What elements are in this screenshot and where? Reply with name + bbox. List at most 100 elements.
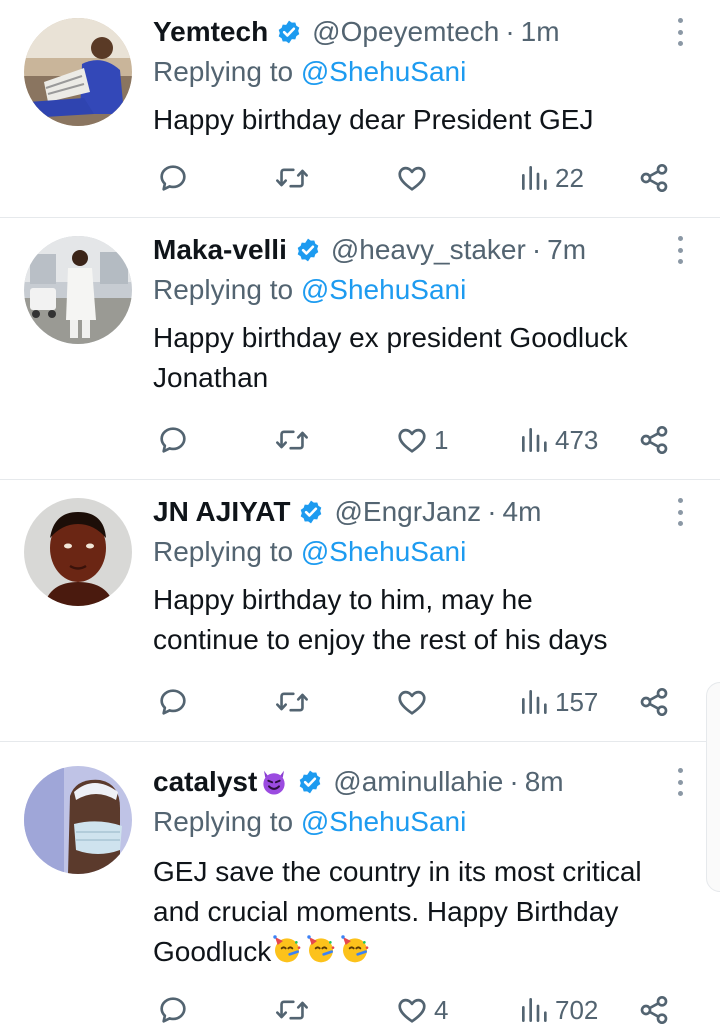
tweet-text-line: GEJ save the country in its most critica… <box>153 856 642 887</box>
view-count: 157 <box>555 686 599 717</box>
partying-face-emoji <box>271 933 303 976</box>
reply-icon <box>160 165 186 191</box>
replying-to-mention[interactable]: @ShehuSani <box>301 274 466 305</box>
tweet[interactable]: JN AJIYAT @EngrJanz · 4m Replying to @Sh… <box>0 480 720 742</box>
reply-button[interactable] <box>157 990 195 1028</box>
views-button[interactable]: 473 <box>519 420 598 460</box>
reply-icon <box>160 427 186 453</box>
user-handle[interactable]: @Opeyemtech <box>312 16 499 48</box>
more-vertical-icon[interactable] <box>670 498 690 526</box>
tweet[interactable]: Maka-velli @heavy_staker · 7m Replying t… <box>0 218 720 480</box>
tweet-text: GEJ save the country in its most critica… <box>153 852 703 976</box>
more-vertical-icon[interactable] <box>670 768 690 796</box>
replying-to-label: Replying to <box>153 56 294 87</box>
reply-icon <box>160 997 186 1023</box>
share-button[interactable] <box>638 682 670 722</box>
replying-to-mention[interactable]: @ShehuSani <box>301 806 466 837</box>
share-icon <box>640 996 668 1024</box>
replying-to-label: Replying to <box>153 536 294 567</box>
separator-dot: · <box>487 496 497 527</box>
replying-to-label: Replying to <box>153 806 294 837</box>
smiling-devil-emoji <box>259 767 289 797</box>
retweet-icon <box>276 692 308 712</box>
separator-dot: · <box>531 234 542 265</box>
retweet-button[interactable] <box>275 682 315 722</box>
action-bar: 1 473 <box>0 420 720 460</box>
timestamp[interactable]: 8m <box>525 766 564 798</box>
avatar[interactable] <box>24 766 132 874</box>
display-name[interactable]: Yemtech <box>153 16 268 48</box>
avatar[interactable] <box>24 18 132 126</box>
replying-to: Replying to @ShehuSani <box>153 806 466 838</box>
retweet-icon <box>276 430 308 450</box>
like-count: 1 <box>434 424 449 455</box>
avatar[interactable] <box>24 498 132 606</box>
retweet-icon <box>276 168 308 188</box>
replying-to: Replying to @ShehuSani <box>153 274 466 306</box>
replying-to-mention[interactable]: @ShehuSani <box>301 56 466 87</box>
share-icon <box>640 164 668 192</box>
like-icon <box>398 166 426 191</box>
share-button[interactable] <box>638 990 670 1028</box>
verified-badge-icon <box>276 19 302 45</box>
floating-panel-edge[interactable] <box>706 682 720 892</box>
user-handle[interactable]: @EngrJanz <box>334 496 481 528</box>
action-bar: 157 <box>0 682 720 722</box>
like-button[interactable]: 4 <box>396 990 448 1028</box>
like-button[interactable] <box>396 158 434 198</box>
action-bar: 22 <box>0 158 720 198</box>
view-count: 473 <box>555 424 599 455</box>
verified-badge-icon <box>298 499 324 525</box>
user-handle[interactable]: @aminullahie <box>333 766 503 798</box>
replying-to-label: Replying to <box>153 274 294 305</box>
retweet-button[interactable] <box>275 990 315 1028</box>
share-button[interactable] <box>638 420 670 460</box>
reply-button[interactable] <box>157 682 195 722</box>
like-count: 4 <box>434 994 449 1025</box>
avatar[interactable] <box>24 236 132 344</box>
timestamp[interactable]: 1m <box>521 16 560 48</box>
tweet-text-line: Jonathan <box>153 362 269 393</box>
timestamp[interactable]: 7m <box>547 234 586 266</box>
views-icon <box>522 166 547 190</box>
views-icon <box>522 428 547 452</box>
more-vertical-icon[interactable] <box>670 18 690 46</box>
views-icon <box>522 690 547 714</box>
separator-dot: · <box>509 766 519 797</box>
like-icon <box>398 998 426 1023</box>
share-icon <box>640 426 668 454</box>
partying-face-emoji <box>305 933 337 976</box>
verified-badge-icon <box>295 237 321 263</box>
separator-dot: · <box>505 16 515 47</box>
user-handle[interactable]: @heavy_staker <box>331 234 526 266</box>
reply-button[interactable] <box>157 420 195 460</box>
replying-to: Replying to @ShehuSani <box>153 536 466 568</box>
display-name[interactable]: Maka-velli <box>153 234 287 266</box>
views-button[interactable]: 22 <box>519 158 584 198</box>
retweet-button[interactable] <box>275 420 315 460</box>
reply-button[interactable] <box>157 158 195 198</box>
reply-icon <box>160 689 186 715</box>
tweet-text-line: Happy birthday ex president Goodluck <box>153 322 628 353</box>
tweet[interactable]: catalyst @aminullahie · 8m Replying to @… <box>0 742 720 1028</box>
tweet-text: Happy birthday ex president Goodluck Jon… <box>153 318 703 398</box>
verified-badge-icon <box>297 769 323 795</box>
views-button[interactable]: 702 <box>519 990 598 1028</box>
tweet-text-line: Happy birthday dear President GEJ <box>153 104 594 135</box>
replying-to-mention[interactable]: @ShehuSani <box>301 536 466 567</box>
retweet-button[interactable] <box>275 158 315 198</box>
tweet-text: Happy birthday to him, may he continue t… <box>153 580 703 660</box>
like-button[interactable]: 1 <box>396 420 448 460</box>
partying-face-emoji <box>339 933 371 976</box>
display-name[interactable]: catalyst <box>153 766 257 798</box>
more-vertical-icon[interactable] <box>670 236 690 264</box>
like-icon <box>398 428 426 453</box>
retweet-icon <box>276 1000 308 1020</box>
views-button[interactable]: 157 <box>519 682 598 722</box>
display-name[interactable]: JN AJIYAT <box>153 496 290 528</box>
tweet[interactable]: Yemtech @Opeyemtech · 1m Replying to @Sh… <box>0 0 720 218</box>
tweet-text-line: Goodluck <box>153 936 272 967</box>
share-button[interactable] <box>638 158 670 198</box>
timestamp[interactable]: 4m <box>503 496 542 528</box>
like-button[interactable] <box>396 682 434 722</box>
